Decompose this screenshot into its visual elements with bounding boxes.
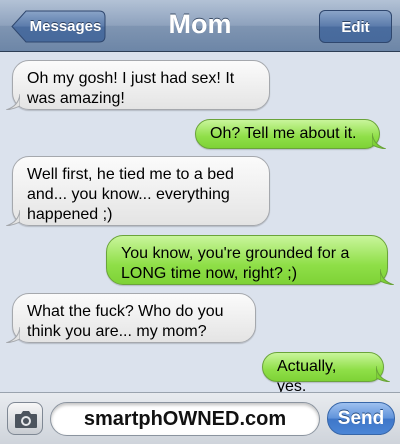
message-bubble-outgoing: You know, you're grounded for a LONG tim… [106, 235, 394, 285]
message-bubble-incoming: Oh my gosh! I just had sex! It was amazi… [6, 60, 270, 110]
camera-icon [15, 411, 37, 428]
conversation-area: Oh my gosh! I just had sex! It was amazi… [0, 52, 400, 395]
edit-button[interactable]: Edit [319, 10, 392, 43]
message-composer: smartphOWNED.com Send [0, 392, 400, 444]
message-bubble-incoming: What the fuck? Who do you think you are.… [6, 293, 256, 343]
message-text: What the fuck? Who do you think you are.… [27, 303, 224, 340]
camera-button[interactable] [7, 402, 43, 435]
message-text: Oh my gosh! I just had sex! It was amazi… [27, 70, 235, 107]
message-input-text: smartphOWNED.com [83, 408, 287, 430]
message-text: Actually, yes. [277, 358, 337, 395]
message-bubble-outgoing: Oh? Tell me about it. [195, 119, 386, 149]
send-button[interactable]: Send [327, 402, 395, 435]
message-input[interactable]: smartphOWNED.com [50, 402, 320, 436]
message-text: Oh? Tell me about it. [210, 125, 357, 142]
message-bubble-outgoing: Actually, yes. [262, 352, 390, 395]
navigation-bar: Messages Mom Edit [0, 0, 400, 52]
message-text: You know, you're grounded for a LONG tim… [121, 245, 350, 282]
message-text: Well first, he tied me to a bed and... y… [27, 166, 234, 223]
message-bubble-incoming: Well first, he tied me to a bed and... y… [6, 156, 270, 226]
